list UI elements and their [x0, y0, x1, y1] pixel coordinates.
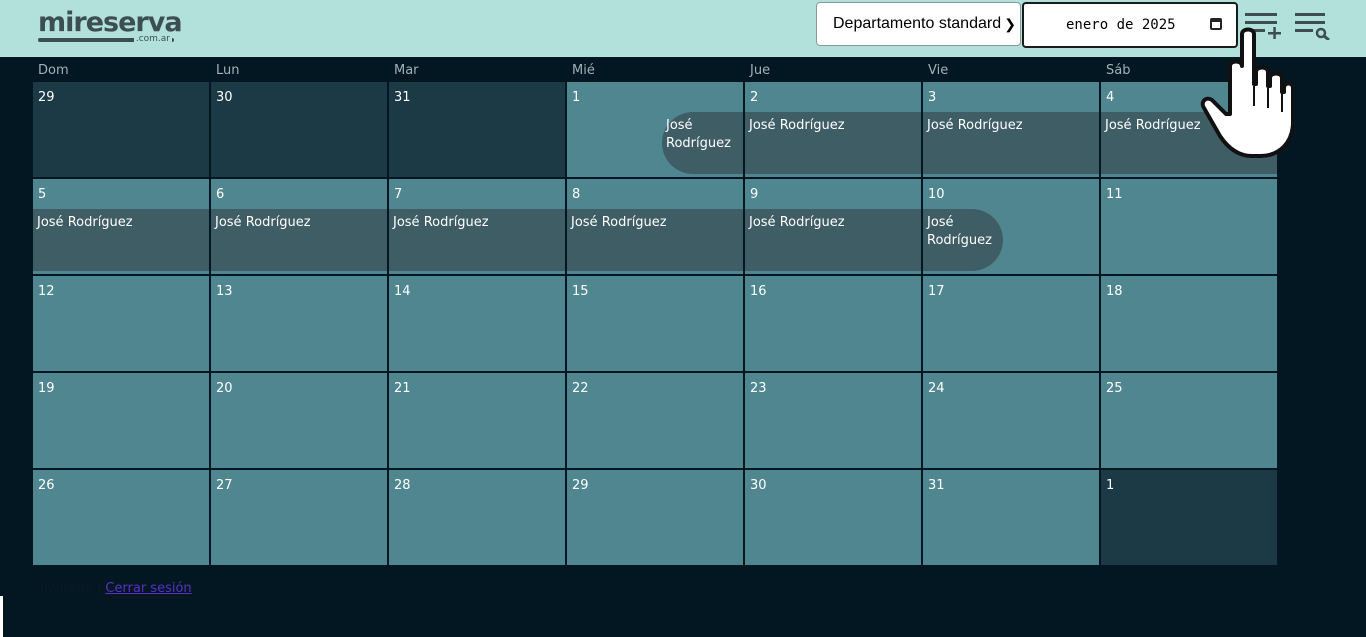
booking-guest: José Rodríguez	[1105, 118, 1201, 133]
month-picker-value: enero de 2025	[1066, 17, 1176, 33]
day-number: 1	[572, 90, 581, 105]
day-number: 19	[38, 381, 55, 396]
day-cell[interactable]: 16	[745, 276, 921, 371]
day-number: 2	[750, 90, 759, 105]
room-select-value: Departamento standard	[833, 15, 1002, 32]
booking-guest: José Rodríguez	[37, 215, 133, 230]
day-cell[interactable]: 15	[567, 276, 743, 371]
weekday-label: Jue	[750, 63, 771, 78]
day-number: 18	[1106, 284, 1123, 299]
day-number: 13	[216, 284, 233, 299]
day-cell[interactable]: 31	[923, 470, 1099, 565]
day-number: 21	[394, 381, 411, 396]
weekday-label: Mar	[394, 63, 419, 78]
day-number: 12	[38, 284, 55, 299]
logout-link[interactable]: Cerrar sesión	[105, 581, 191, 596]
chevron-down-icon: ❯	[1004, 16, 1016, 32]
day-cell[interactable]: 29	[33, 82, 209, 177]
booking-guest: José Rodríguez	[749, 118, 845, 133]
search-booking-icon[interactable]	[1295, 12, 1333, 40]
booking-bar[interactable]: José Rodríguez	[211, 209, 387, 271]
day-cell[interactable]: 21	[389, 373, 565, 468]
day-cell[interactable]: 27	[211, 470, 387, 565]
day-number: 23	[750, 381, 767, 396]
day-number: 26	[38, 478, 55, 493]
day-number: 28	[394, 478, 411, 493]
weekday-label: Sáb	[1106, 63, 1131, 78]
day-cell[interactable]: 13	[211, 276, 387, 371]
top-bar: mireserva .com.ar Departamento standard …	[0, 0, 1366, 57]
booking-bar[interactable]: José Rodríguez	[745, 112, 921, 174]
day-number: 17	[928, 284, 945, 299]
day-number: 25	[1106, 381, 1123, 396]
day-cell[interactable]: 18	[1101, 276, 1277, 371]
current-user: Invitado |	[40, 581, 102, 596]
day-cell[interactable]: 17	[923, 276, 1099, 371]
pointer-hand-icon	[1200, 27, 1294, 158]
day-cell[interactable]: 28	[389, 470, 565, 565]
day-cell[interactable]: 22	[567, 373, 743, 468]
day-cell[interactable]: 14	[389, 276, 565, 371]
day-cell[interactable]: 24	[923, 373, 1099, 468]
booking-guest: José Rodríguez	[666, 118, 731, 151]
day-number: 1	[1106, 478, 1115, 493]
booking-guest: José Rodríguez	[571, 215, 667, 230]
page-edge	[0, 596, 3, 637]
day-number: 9	[750, 187, 759, 202]
day-cell[interactable]: 20	[211, 373, 387, 468]
day-number: 20	[216, 381, 233, 396]
day-cell[interactable]: 30	[211, 82, 387, 177]
room-select[interactable]: Departamento standard ❯	[816, 2, 1021, 46]
day-number: 6	[216, 187, 225, 202]
day-cell[interactable]: 26	[33, 470, 209, 565]
day-number: 5	[38, 187, 47, 202]
day-cell[interactable]: 25	[1101, 373, 1277, 468]
weekday-label: Dom	[38, 63, 69, 78]
day-number: 31	[928, 478, 945, 493]
day-number: 24	[928, 381, 945, 396]
weekday-label: Mié	[572, 63, 595, 78]
day-number: 27	[216, 478, 233, 493]
booking-guest: José Rodríguez	[927, 215, 992, 248]
day-number: 14	[394, 284, 411, 299]
logo-tld: .com.ar	[133, 33, 172, 45]
day-number: 11	[1106, 187, 1123, 202]
booking-bar[interactable]: José Rodríguez	[567, 209, 743, 271]
day-number: 30	[216, 90, 233, 105]
weekday-label: Lun	[216, 63, 240, 78]
day-number: 22	[572, 381, 589, 396]
day-cell[interactable]: 29	[567, 470, 743, 565]
booking-bar[interactable]: José Rodríguez	[923, 209, 1003, 271]
day-number: 16	[750, 284, 767, 299]
day-cell[interactable]: 12	[33, 276, 209, 371]
day-number: 29	[572, 478, 589, 493]
booking-guest: José Rodríguez	[749, 215, 845, 230]
footer: Invitado | Cerrar sesión	[40, 581, 192, 596]
booking-bar[interactable]: José Rodríguez	[662, 112, 743, 174]
day-number: 10	[928, 187, 945, 202]
day-cell[interactable]: 19	[33, 373, 209, 468]
day-number: 7	[394, 187, 403, 202]
booking-bar[interactable]: José Rodríguez	[745, 209, 921, 271]
day-number: 3	[928, 90, 937, 105]
booking-guest: José Rodríguez	[215, 215, 311, 230]
logo[interactable]: mireserva .com.ar	[38, 8, 183, 46]
day-number: 8	[572, 187, 581, 202]
day-cell[interactable]: 23	[745, 373, 921, 468]
booking-bar[interactable]: José Rodríguez	[923, 112, 1099, 174]
day-number: 15	[572, 284, 589, 299]
day-cell[interactable]: 31	[389, 82, 565, 177]
booking-bar[interactable]: José Rodríguez	[33, 209, 209, 271]
day-number: 4	[1106, 90, 1115, 105]
day-cell[interactable]: 30	[745, 470, 921, 565]
day-cell[interactable]: 1	[1101, 470, 1277, 565]
booking-bar[interactable]: José Rodríguez	[389, 209, 565, 271]
weekday-label: Vie	[928, 63, 949, 78]
day-number: 31	[394, 90, 411, 105]
day-cell[interactable]: 11	[1101, 179, 1277, 274]
day-number: 30	[750, 478, 767, 493]
booking-guest: José Rodríguez	[927, 118, 1023, 133]
day-number: 29	[38, 90, 55, 105]
booking-guest: José Rodríguez	[393, 215, 489, 230]
